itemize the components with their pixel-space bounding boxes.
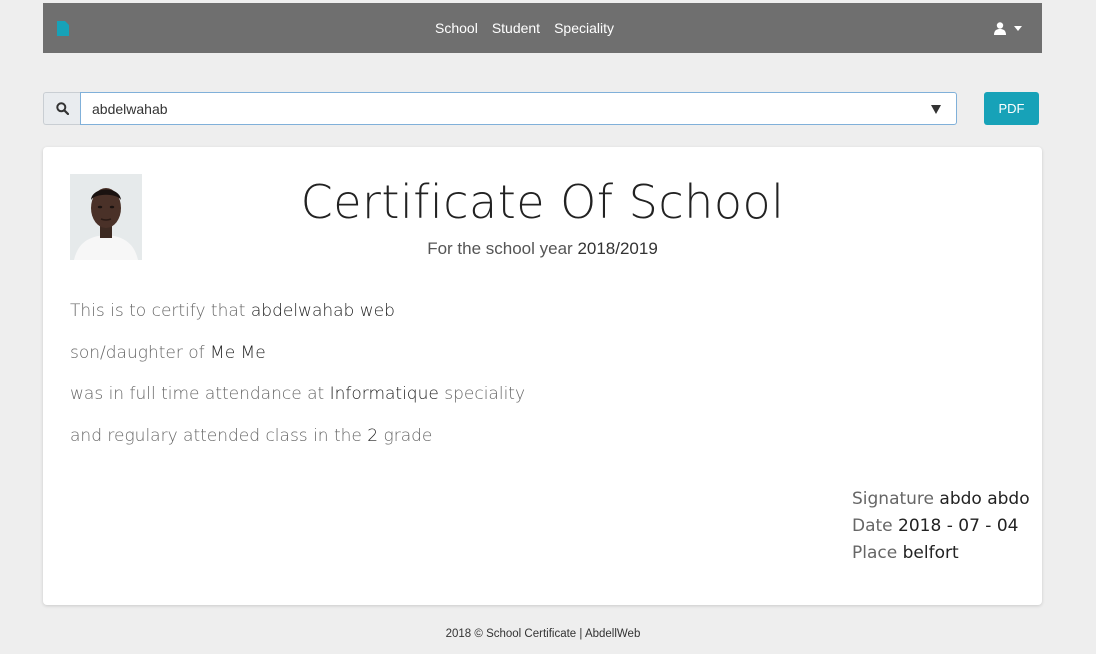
student-search: abdelwahab (43, 92, 957, 125)
user-icon (994, 21, 1006, 35)
parent-line: son/daughter of Me Me (70, 343, 266, 363)
certify-prefix: This is to certify that (70, 301, 251, 321)
subtitle-prefix: For the school year (427, 239, 578, 258)
speciality-prefix: was in full time attendance at (70, 384, 330, 404)
pdf-button[interactable]: PDF (984, 92, 1039, 125)
speciality-name: Informatique (329, 384, 439, 404)
user-menu-toggle[interactable] (994, 3, 1022, 53)
grade-prefix: and regulary attended class in the (70, 426, 368, 446)
nav-link-student[interactable]: Student (492, 20, 540, 36)
parent-prefix: son/daughter of (70, 343, 211, 363)
grade-value: 2 (367, 426, 379, 446)
certify-line: This is to certify that abdelwahab web (70, 301, 395, 321)
grade-line: and regulary attended class in the 2 gra… (70, 426, 432, 446)
search-icon (55, 102, 69, 115)
date-value: 2018 - 07 - 04 (898, 516, 1019, 536)
certificate-subtitle: For the school year 2018/2019 (43, 239, 1042, 259)
signature-block: Signature abdo abdo Date 2018 - 07 - 04 … (852, 487, 1030, 568)
certificate-title: Certificate Of School (300, 175, 785, 229)
student-select[interactable]: abdelwahab (80, 92, 957, 125)
student-name: abdelwahab web (250, 301, 395, 321)
speciality-line: was in full time attendance at Informati… (70, 384, 525, 404)
navbar: School Student Speciality (43, 3, 1042, 53)
file-icon[interactable] (57, 21, 69, 36)
search-addon (43, 92, 80, 125)
place-line: Place belfort (852, 541, 1030, 568)
certificate-card: Certificate Of School For the school yea… (43, 147, 1042, 605)
school-year: 2018/2019 (577, 239, 658, 258)
student-select-value: abdelwahab (92, 101, 168, 117)
grade-suffix: grade (378, 426, 433, 446)
place-label: Place (852, 543, 903, 563)
place-value: belfort (902, 543, 959, 563)
nav-links: School Student Speciality (435, 3, 614, 53)
signature-value: abdo abdo (939, 489, 1030, 509)
footer: 2018 © School Certificate | AbdellWeb (445, 628, 641, 640)
chevron-down-icon (1014, 25, 1022, 31)
signature-line: Signature abdo abdo (852, 487, 1030, 514)
speciality-suffix: speciality (438, 384, 526, 404)
dropdown-arrow-icon[interactable] (931, 105, 941, 114)
signature-label: Signature (852, 489, 940, 509)
nav-link-speciality[interactable]: Speciality (554, 20, 614, 36)
parent-name: Me Me (210, 343, 266, 363)
date-line: Date 2018 - 07 - 04 (852, 514, 1030, 541)
date-label: Date (852, 516, 899, 536)
nav-link-school[interactable]: School (435, 20, 478, 36)
